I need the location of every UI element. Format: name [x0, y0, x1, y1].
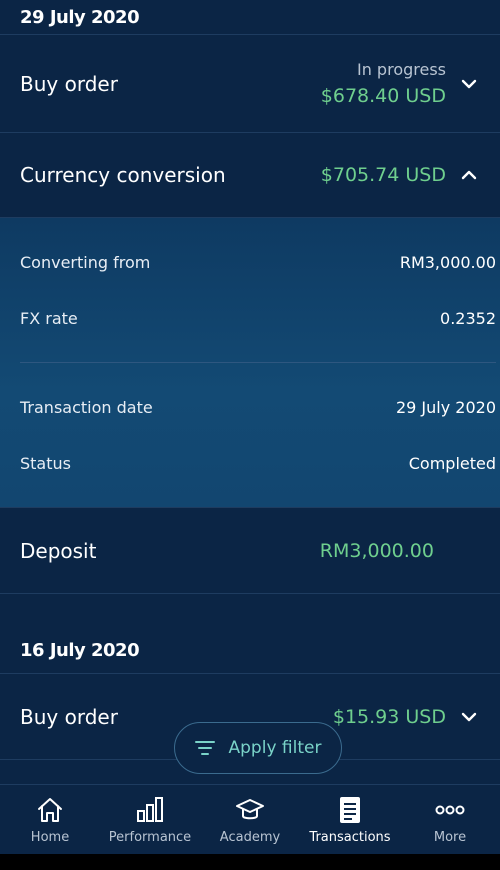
detail-label: Converting from	[20, 252, 151, 272]
transaction-row-deposit[interactable]: Deposit RM3,000.00	[0, 508, 500, 594]
nav-item-academy[interactable]: Academy	[200, 785, 300, 854]
detail-value: Completed	[408, 453, 496, 473]
date-header-29-july: 29 July 2020	[0, 0, 500, 35]
nav-label: Performance	[108, 830, 192, 845]
nav-label: Home	[30, 830, 70, 845]
conversion-details-panel: Converting from RM3,000.00 FX rate 0.235…	[0, 218, 500, 508]
transaction-amount: RM3,000.00	[319, 539, 434, 562]
transaction-title: Buy order	[20, 71, 118, 96]
bottom-navigation: Home Performance Academy Transactions Mo…	[0, 784, 500, 854]
date-header-16-july: 16 July 2020	[0, 594, 500, 674]
detail-row-fx-rate: FX rate 0.2352	[20, 290, 496, 346]
apply-filter-label: Apply filter	[228, 738, 322, 758]
transaction-title: Deposit	[20, 538, 97, 563]
chevron-down-icon[interactable]	[458, 706, 480, 728]
filter-icon	[194, 741, 215, 755]
document-list-icon	[335, 794, 365, 826]
graduation-cap-icon	[235, 794, 265, 826]
transaction-title: Buy order	[20, 704, 118, 729]
nav-label: Transactions	[309, 830, 391, 845]
nav-item-performance[interactable]: Performance	[100, 785, 200, 854]
detail-row-transaction-date: Transaction date 29 July 2020	[20, 379, 496, 435]
detail-label: FX rate	[20, 308, 78, 328]
details-group-conversion: Converting from RM3,000.00 FX rate 0.235…	[20, 218, 496, 362]
detail-label: Transaction date	[20, 397, 153, 417]
transaction-amount: $705.74 USD	[320, 164, 446, 186]
nav-label: Academy	[219, 830, 281, 845]
transaction-row-buy-order[interactable]: Buy order In progress $678.40 USD	[0, 35, 500, 133]
transaction-amount: $678.40 USD	[320, 85, 446, 107]
date-header-text: 16 July 2020	[20, 640, 140, 661]
more-dots-icon	[435, 794, 465, 826]
chevron-up-icon[interactable]	[458, 164, 480, 186]
home-icon	[35, 794, 65, 826]
nav-item-more[interactable]: More	[400, 785, 500, 854]
system-navigation-bar	[0, 854, 500, 870]
details-group-transaction: Transaction date 29 July 2020 Status Com…	[20, 363, 496, 507]
nav-item-transactions[interactable]: Transactions	[300, 785, 400, 854]
detail-label: Status	[20, 453, 71, 473]
transaction-row-currency-conversion[interactable]: Currency conversion $705.74 USD	[0, 133, 500, 218]
detail-value: 29 July 2020	[395, 397, 496, 417]
date-header-text: 29 July 2020	[20, 6, 140, 28]
apply-filter-button[interactable]: Apply filter	[174, 722, 342, 774]
bar-chart-icon	[135, 794, 165, 826]
detail-row-status: Status Completed	[20, 435, 496, 491]
transaction-title: Currency conversion	[20, 163, 226, 187]
detail-row-converting-from: Converting from RM3,000.00	[20, 234, 496, 290]
nav-item-home[interactable]: Home	[0, 785, 100, 854]
detail-value: 0.2352	[440, 308, 496, 328]
transaction-status: In progress	[356, 60, 446, 79]
transaction-amount: $15.93 USD	[332, 705, 446, 728]
nav-label: More	[433, 830, 467, 845]
chevron-down-icon[interactable]	[458, 73, 480, 95]
detail-value: RM3,000.00	[399, 252, 496, 272]
